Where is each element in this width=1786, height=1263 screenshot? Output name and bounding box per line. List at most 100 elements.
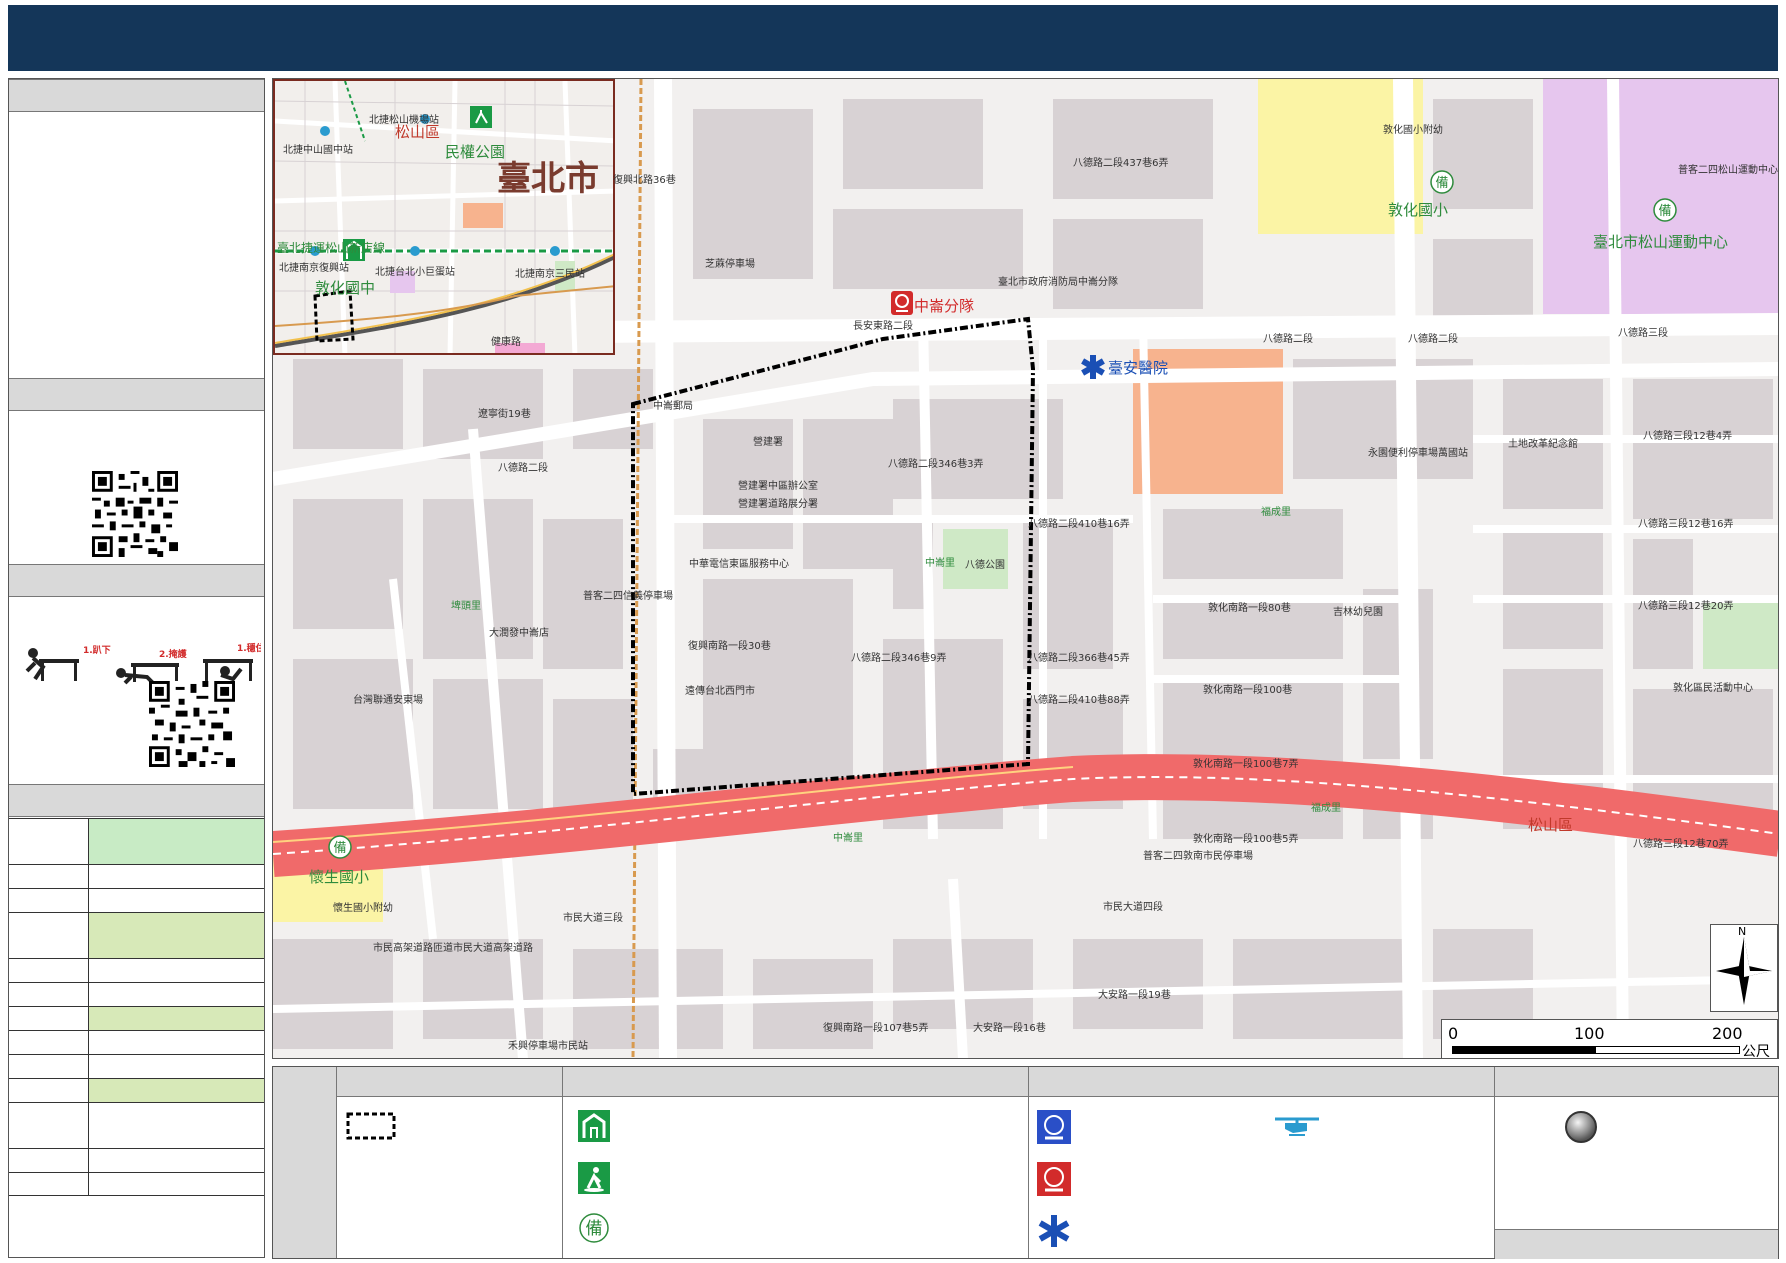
inset-label-taipei: 臺北市 <box>497 159 599 199</box>
place-label: 懷生國小附幼 <box>333 903 393 914</box>
place-label: 土地改革紀念館 <box>1508 439 1578 450</box>
inset-label-dunhua: 敦化國中 <box>315 279 376 297</box>
place-label: 福成里 <box>1261 507 1291 518</box>
road-label: 復興南路一段107巷5弄 <box>823 1023 929 1034</box>
svg-text:備: 備 <box>333 840 346 856</box>
road-label: 八德路三段12巷20弄 <box>1638 601 1734 612</box>
road-label: 八德路二段437巷6弄 <box>1073 158 1169 169</box>
table-row <box>9 1078 264 1102</box>
place-label: 普客二四松山運動中心停車場 <box>1678 165 1778 176</box>
road-label: 八德路二段346巷3弄 <box>888 459 984 470</box>
table-row <box>9 888 264 912</box>
main-map[interactable]: 松山區 民權公園 臺北市 北捷松山機場站 北捷中山國中站 北捷南京復興站 北捷台… <box>272 78 1779 1059</box>
place-label: 普客二四信義停車場 <box>583 591 673 602</box>
road-label: 長安東路二段 <box>853 321 913 332</box>
inset-label-nanjing-fuxing: 北捷南京復興站 <box>279 263 349 274</box>
svg-text:備: 備 <box>586 1219 603 1239</box>
drill-step-2: 2.掩護 <box>159 648 188 660</box>
place-label: 福成里 <box>1311 803 1341 814</box>
road-label: 八德路二段410巷16弄 <box>1028 519 1130 530</box>
place-label: 永園便利停車場萬國站 <box>1368 448 1468 459</box>
label-songshan-sports: 臺北市松山運動中心 <box>1593 233 1729 251</box>
road-label: 市民大道三段 <box>563 913 623 924</box>
road-label: 復興北路36巷 <box>613 175 676 186</box>
inset-label-zhongshan: 北捷中山國中站 <box>283 145 353 156</box>
road-label: 八德路二段346巷9弄 <box>851 653 947 664</box>
place-label: 台灣聯通安東場 <box>353 695 423 706</box>
place-label: 芝蔴停車場 <box>705 259 755 270</box>
place-label: 遠傳台北西門市 <box>685 686 755 697</box>
place-label: 大潤發中崙店 <box>489 628 549 639</box>
place-label: 敦化國小附幼 <box>1383 125 1443 136</box>
panel-header-1 <box>9 79 264 112</box>
road-label: 八德路三段12巷70弄 <box>1633 839 1729 850</box>
place-label: 臺北市政府消防局中崙分隊 <box>998 277 1118 288</box>
place-label: 吉林幼兒園 <box>1333 607 1383 618</box>
place-label: 埤頭里 <box>451 601 481 612</box>
road-label: 敦化南路一段100巷5弄 <box>1193 834 1299 845</box>
panel-header-4 <box>9 784 264 817</box>
hospital-star-of-life-icon <box>1038 1215 1070 1247</box>
inset-canvas <box>275 81 613 353</box>
fire-station-icon <box>1037 1162 1071 1196</box>
road-label: 八德路二段 <box>1408 334 1458 345</box>
panel-header-3 <box>9 564 264 597</box>
outdoor-evacuation-site-icon <box>578 1162 610 1194</box>
road-label: 大安路一段16巷 <box>973 1023 1046 1034</box>
label-taian-hospital: 臺安醫院 <box>1108 359 1169 377</box>
backup-shelter-icon[interactable]: 備 <box>328 834 352 860</box>
svg-text:備: 備 <box>1435 175 1448 191</box>
scale-unit: 公尺 <box>1742 1044 1770 1059</box>
road-label: 八德路三段12巷4弄 <box>1643 431 1733 442</box>
drill-step-1: 1.趴下 <box>83 645 111 656</box>
backup-shelter-icon[interactable]: 備 <box>1430 169 1454 195</box>
label-zhongqiao-squad: 中崙分隊 <box>914 297 975 315</box>
info-panel: 1.趴下 2.掩護 1.穩住 <box>8 78 265 1258</box>
table-row <box>9 1102 264 1148</box>
legend-panel: 備 <box>272 1066 1779 1259</box>
label-songshan-district: 松山區 <box>1528 816 1574 834</box>
road-label: 大安路一段19巷 <box>1098 990 1171 1001</box>
fire-station-icon[interactable] <box>891 291 913 315</box>
legend-footer <box>1495 1229 1778 1259</box>
panel-header-2 <box>9 378 264 411</box>
hospital-star-of-life-icon[interactable] <box>1081 355 1105 379</box>
road-label: 八德路三段12巷16弄 <box>1638 519 1734 530</box>
indoor-evacuation-shelter-icon <box>578 1110 610 1142</box>
place-label: 普客二四敦南市民停車場 <box>1143 851 1253 862</box>
road-label: 市民高架道路匝道市民大道高架道路 <box>373 943 533 954</box>
qr-code-icon[interactable] <box>92 471 178 557</box>
helicopter-landing-icon <box>1275 1117 1319 1136</box>
road-label: 遼寧街19巷 <box>478 409 531 420</box>
road-label: 敦化南路一段100巷7弄 <box>1193 759 1299 770</box>
place-label: 八德公園 <box>965 560 1005 571</box>
label-dunhua-elem: 敦化國小 <box>1388 201 1449 219</box>
table-row <box>9 982 264 1006</box>
place-label: 禾興停車場市民站 <box>508 1041 588 1052</box>
road-label: 八德路二段 <box>498 463 548 474</box>
road-label: 市民大道四段 <box>1103 902 1163 913</box>
qr-code-icon[interactable] <box>149 681 235 767</box>
place-label: 敦化區民活動中心 <box>1673 683 1753 694</box>
backup-shelter-icon[interactable]: 備 <box>1653 197 1677 223</box>
table-row <box>9 1172 264 1196</box>
table-row <box>9 1030 264 1054</box>
gray-circle-point-icon <box>1565 1111 1597 1143</box>
road-label: 八德路二段 <box>1263 334 1313 345</box>
svg-text:備: 備 <box>1658 203 1671 219</box>
inset-label-arena: 北捷台北小巨蛋站 <box>375 267 455 278</box>
place-label: 中崙里 <box>833 833 863 844</box>
road-label: 敦化南路一段80巷 <box>1208 603 1291 614</box>
north-arrow-icon <box>1716 937 1772 1005</box>
backup-shelter-icon: 備 <box>579 1213 609 1243</box>
inset-label-sanmin: 北捷南京三民站 <box>515 269 585 280</box>
inset-map[interactable]: 松山區 民權公園 臺北市 北捷松山機場站 北捷中山國中站 北捷南京復興站 北捷台… <box>273 79 615 355</box>
road-label: 敦化南路一段100巷 <box>1203 685 1293 696</box>
drill-step-3: 1.穩住 <box>237 642 261 654</box>
table-row <box>9 1054 264 1078</box>
scale-100: 100 <box>1574 1024 1605 1043</box>
title-bar <box>8 5 1778 71</box>
inset-label-minquan: 民權公園 <box>445 143 506 161</box>
table-row <box>9 818 264 864</box>
inset-label-line: 臺北捷運松山新店線 <box>277 241 386 255</box>
